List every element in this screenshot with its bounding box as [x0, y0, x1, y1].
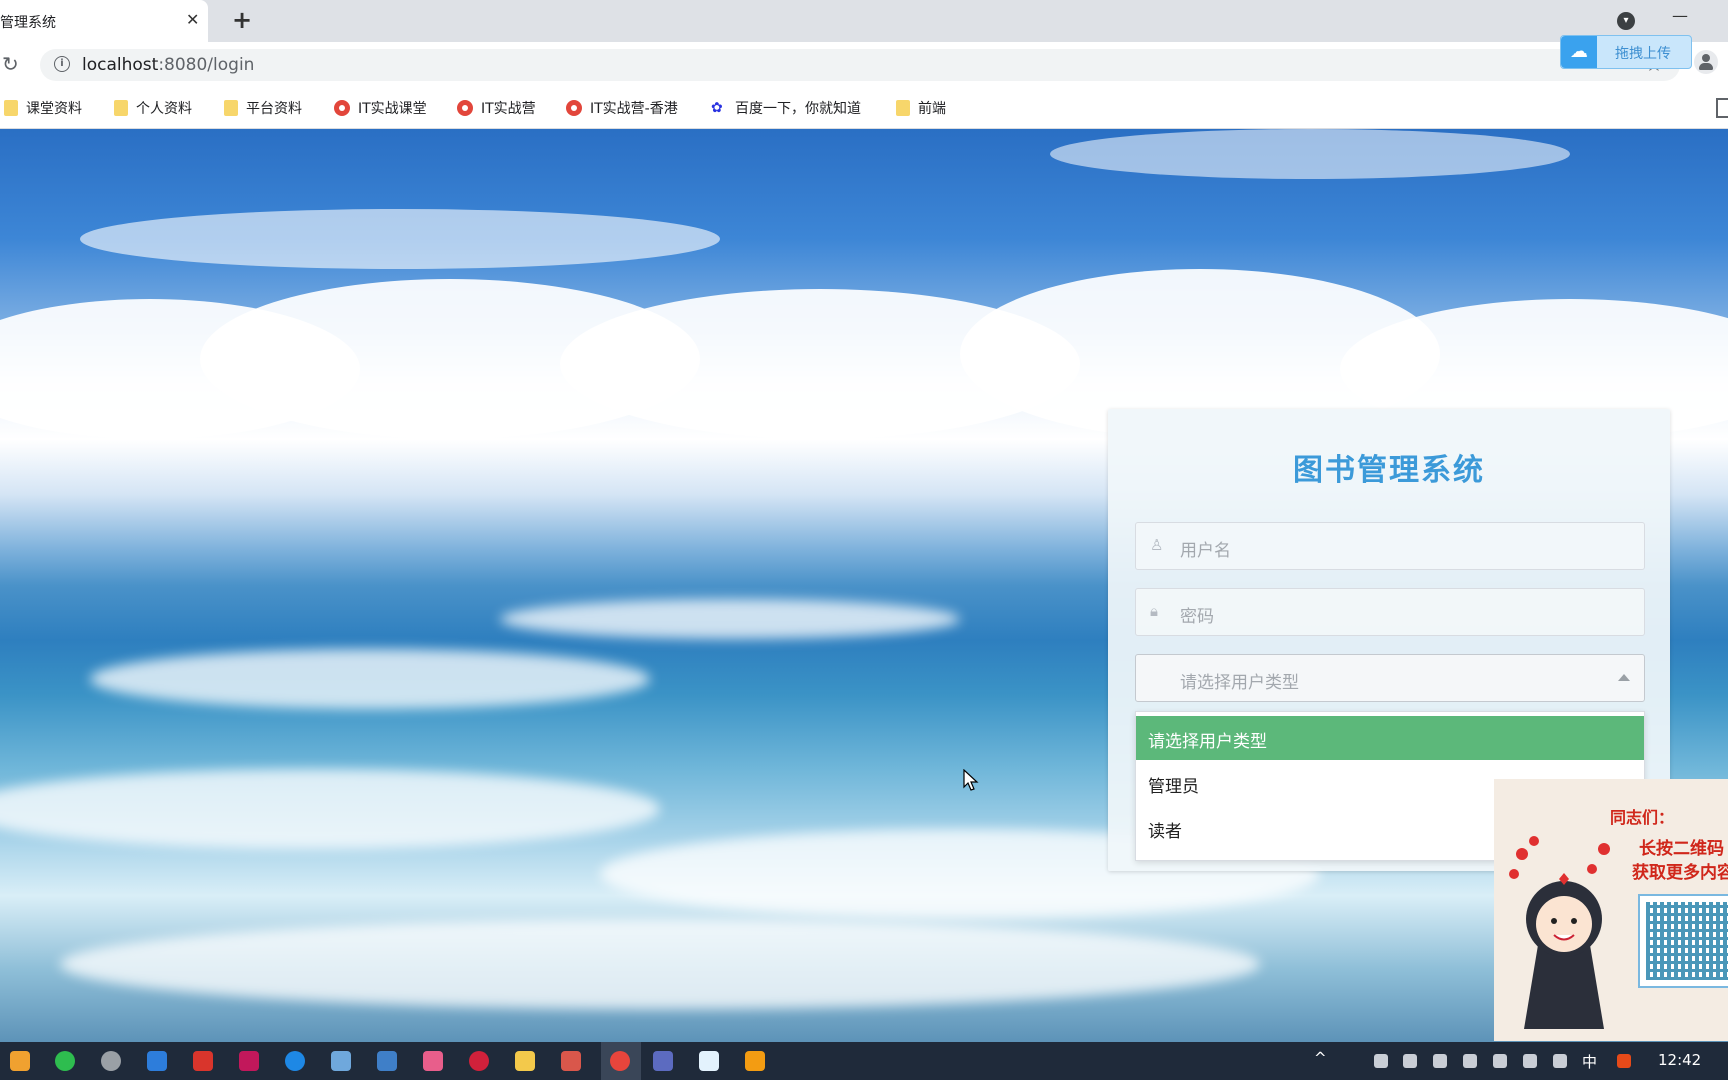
- lock-icon: 🔒︎: [1150, 602, 1158, 620]
- browser-tab-bar: 管理系统 ✕ + ▾ —: [0, 0, 1728, 42]
- baidu-paw-icon: ✿: [711, 100, 723, 116]
- cloud: [80, 209, 720, 269]
- tray-app-icon[interactable]: [1374, 1054, 1388, 1068]
- show-hidden-icons-icon[interactable]: ^: [1314, 1049, 1327, 1067]
- cloud-app-icon[interactable]: [699, 1051, 719, 1071]
- bookmark-item[interactable]: ✿ 百度一下，你就知道: [711, 98, 861, 118]
- user-type-placeholder: 请选择用户类型: [1180, 673, 1299, 693]
- drag-upload-button[interactable]: ☁ 拖拽上传: [1560, 35, 1692, 69]
- tab-title: 管理系统: [0, 15, 56, 31]
- microphone-icon[interactable]: [1403, 1054, 1417, 1068]
- ad-title: 同志们：: [1610, 808, 1675, 827]
- bookmark-item[interactable]: IT实战营: [457, 98, 536, 118]
- pink-app-icon[interactable]: [423, 1051, 443, 1071]
- browser-icon[interactable]: [285, 1051, 305, 1071]
- intellij-icon[interactable]: [239, 1051, 259, 1071]
- folder-icon: [896, 100, 910, 116]
- user-icon: ♙: [1150, 536, 1164, 554]
- site-icon: [457, 100, 473, 116]
- qq-icon[interactable]: [1433, 1054, 1447, 1068]
- wave-foam: [60, 919, 1260, 1009]
- netease-music-icon[interactable]: [469, 1051, 489, 1071]
- address-bar[interactable]: i localhost:8080/login: [40, 49, 1680, 81]
- sunflower-icon[interactable]: [745, 1051, 765, 1071]
- bookmark-item[interactable]: 个人资料: [114, 98, 192, 118]
- username-placeholder: 用户名: [1180, 541, 1231, 561]
- network-icon[interactable]: [1523, 1054, 1537, 1068]
- bookmark-item[interactable]: 平台资料: [224, 98, 302, 118]
- battery-icon[interactable]: [1493, 1054, 1507, 1068]
- sogou-icon[interactable]: [1617, 1054, 1631, 1068]
- cloud: [1050, 129, 1570, 179]
- bookmarks-bar: 课堂资料 个人资料 平台资料 IT实战课堂 IT实战营 IT实战营-香港 ✿ 百度…: [0, 88, 1728, 129]
- cartoon-girl-illustration: [1509, 836, 1610, 1029]
- photos-icon[interactable]: [377, 1051, 397, 1071]
- folder-icon: [114, 100, 128, 116]
- edge-icon[interactable]: [147, 1051, 167, 1071]
- url-text[interactable]: localhost:8080/login: [82, 55, 254, 75]
- volume-muted-icon[interactable]: [1553, 1054, 1567, 1068]
- wave-foam: [500, 599, 960, 639]
- browser-tab[interactable]: 管理系统 ✕: [0, 0, 208, 42]
- bookmark-item[interactable]: IT实战课堂: [334, 98, 427, 118]
- windows-taskbar: ^ 中 12:42: [0, 1042, 1728, 1080]
- upload-button-label: 拖拽上传: [1615, 46, 1671, 62]
- minimize-icon[interactable]: —: [1672, 6, 1688, 25]
- bookmark-item[interactable]: 课堂资料: [4, 98, 82, 118]
- close-tab-icon[interactable]: ✕: [186, 10, 199, 29]
- wechat-icon[interactable]: [55, 1051, 75, 1071]
- folder-icon: [224, 100, 238, 116]
- input-method-indicator[interactable]: 中: [1582, 1051, 1597, 1072]
- wave-foam: [0, 769, 660, 849]
- settings-icon[interactable]: [101, 1051, 121, 1071]
- site-icon: [334, 100, 350, 116]
- bookmark-item[interactable]: IT实战营-香港: [566, 98, 678, 118]
- folder-icon: [4, 100, 18, 116]
- clock[interactable]: 12:42: [1658, 1051, 1701, 1069]
- browser-toolbar: ↻ i localhost:8080/login: [0, 42, 1728, 88]
- mouse-cursor-icon: [963, 769, 979, 791]
- git-icon[interactable]: [561, 1051, 581, 1071]
- chevron-up-icon[interactable]: [1618, 674, 1630, 681]
- bookmark-item[interactable]: 前端: [896, 98, 946, 118]
- password-input[interactable]: 🔒︎ 密码: [1135, 588, 1645, 636]
- ad-line-1: 长按二维码: [1639, 839, 1724, 859]
- profile-avatar-icon[interactable]: [1694, 50, 1718, 74]
- reload-icon[interactable]: ↻: [2, 52, 19, 76]
- qr-code[interactable]: [1638, 894, 1728, 988]
- qr-ad-popup[interactable]: 同志们： 长按二维码 获取更多内容: [1494, 779, 1728, 1041]
- username-input[interactable]: ♙ 用户名: [1135, 522, 1645, 570]
- chrome-icon[interactable]: [610, 1051, 630, 1071]
- password-placeholder: 密码: [1180, 607, 1214, 627]
- wps-icon[interactable]: [193, 1051, 213, 1071]
- baidu-cloud-icon: ☁: [1561, 36, 1597, 68]
- reading-list-icon[interactable]: [1716, 98, 1728, 118]
- system-title: 图书管理系统: [1293, 453, 1485, 488]
- notes-icon[interactable]: [331, 1051, 351, 1071]
- start-app-icon[interactable]: [10, 1051, 30, 1071]
- ad-line-2: 获取更多内容: [1632, 863, 1728, 883]
- new-tab-icon[interactable]: +: [232, 6, 252, 34]
- user-type-option[interactable]: 请选择用户类型: [1136, 716, 1644, 760]
- wave-foam: [90, 649, 650, 709]
- site-icon: [566, 100, 582, 116]
- app-icon[interactable]: [653, 1051, 673, 1071]
- qq-icon[interactable]: [1463, 1054, 1477, 1068]
- site-info-icon[interactable]: i: [54, 56, 70, 72]
- file-explorer-icon[interactable]: [515, 1051, 535, 1071]
- user-type-select[interactable]: 请选择用户类型: [1135, 654, 1645, 702]
- tab-search-icon[interactable]: ▾: [1617, 12, 1635, 30]
